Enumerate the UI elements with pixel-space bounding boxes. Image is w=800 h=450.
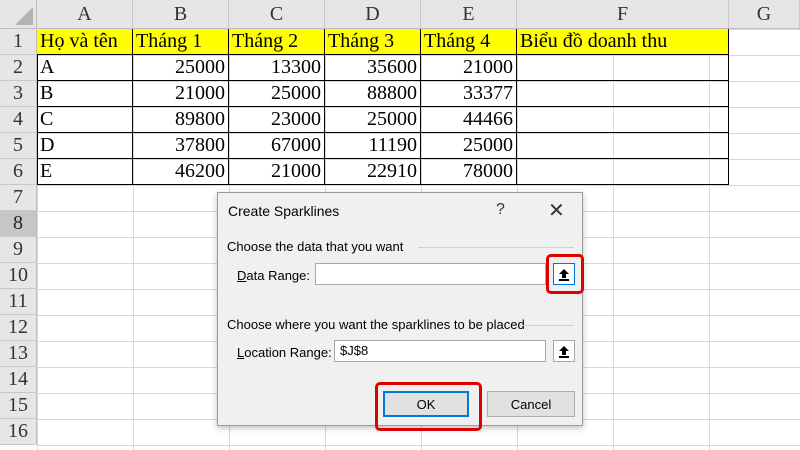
- table-cell[interactable]: 23000: [229, 107, 325, 133]
- column-header-g[interactable]: G: [729, 0, 800, 29]
- section-divider: [520, 325, 574, 326]
- row-header-9[interactable]: 9: [0, 237, 37, 263]
- row-header-4[interactable]: 4: [0, 107, 37, 133]
- cancel-button[interactable]: Cancel: [487, 391, 575, 417]
- table-cell[interactable]: 25000: [229, 81, 325, 107]
- section-data-heading: Choose the data that you want: [227, 239, 404, 254]
- row-header-2[interactable]: 2: [0, 55, 37, 81]
- table-cell[interactable]: 44466: [421, 107, 517, 133]
- table-cell[interactable]: 35600: [325, 55, 421, 81]
- table-cell[interactable]: 13300: [229, 55, 325, 81]
- row-header-12[interactable]: 12: [0, 315, 37, 341]
- data-range-label-text: ata Range:: [246, 268, 310, 283]
- table-cell[interactable]: 11190: [325, 133, 421, 159]
- table-cell[interactable]: 21000: [421, 55, 517, 81]
- table-cell[interactable]: [517, 159, 729, 185]
- table-cell[interactable]: 67000: [229, 133, 325, 159]
- row-header-1[interactable]: 1: [0, 29, 37, 55]
- column-header-e[interactable]: E: [421, 0, 517, 29]
- table-header-cell[interactable]: Tháng 2: [229, 29, 325, 55]
- table-cell[interactable]: 25000: [133, 55, 229, 81]
- table-cell[interactable]: 21000: [133, 81, 229, 107]
- table-cell[interactable]: 88800: [325, 81, 421, 107]
- select-all-corner[interactable]: [0, 0, 37, 29]
- table-cell[interactable]: E: [37, 159, 133, 185]
- table-cell[interactable]: [517, 133, 729, 159]
- close-icon[interactable]: ✕: [548, 198, 565, 223]
- table-cell[interactable]: 89800: [133, 107, 229, 133]
- column-header-b[interactable]: B: [133, 0, 229, 29]
- row-header-3[interactable]: 3: [0, 81, 37, 107]
- table-cell[interactable]: C: [37, 107, 133, 133]
- data-range-label: Data Range:: [237, 268, 310, 283]
- table-cell[interactable]: 37800: [133, 133, 229, 159]
- location-range-input[interactable]: $J$8: [334, 340, 546, 362]
- table-cell[interactable]: [517, 107, 729, 133]
- row-header-6[interactable]: 6: [0, 159, 37, 185]
- table-cell[interactable]: 25000: [325, 107, 421, 133]
- table-cell[interactable]: 78000: [421, 159, 517, 185]
- location-range-label: Location Range:: [237, 345, 332, 360]
- row-header-5[interactable]: 5: [0, 133, 37, 159]
- table-cell[interactable]: D: [37, 133, 133, 159]
- data-range-hotkey: D: [237, 268, 247, 283]
- row-header-10[interactable]: 10: [0, 263, 37, 289]
- row-header-8[interactable]: 8: [0, 211, 37, 237]
- column-header-c[interactable]: C: [229, 0, 325, 29]
- highlight-ok-button: [375, 382, 482, 431]
- collapse-arrow-icon: [559, 345, 569, 358]
- column-header-d[interactable]: D: [325, 0, 421, 29]
- table-cell[interactable]: [517, 55, 729, 81]
- column-header-a[interactable]: A: [37, 0, 133, 29]
- row-header-7[interactable]: 7: [0, 185, 37, 211]
- table-cell[interactable]: B: [37, 81, 133, 107]
- table-header-cell[interactable]: Họ và tên: [37, 29, 133, 55]
- table-header-cell[interactable]: Tháng 4: [421, 29, 517, 55]
- table-cell[interactable]: [517, 81, 729, 107]
- row-header-11[interactable]: 11: [0, 289, 37, 315]
- dialog-title: Create Sparklines: [228, 203, 340, 219]
- location-range-collapse-button[interactable]: [553, 340, 575, 362]
- table-header-cell[interactable]: Biểu đồ doanh thu: [517, 29, 729, 55]
- table-cell[interactable]: 33377: [421, 81, 517, 107]
- row-header-15[interactable]: 15: [0, 393, 37, 419]
- section-divider: [418, 247, 574, 248]
- section-location-heading: Choose where you want the sparklines to …: [227, 317, 525, 332]
- row-header-16[interactable]: 16: [0, 419, 37, 445]
- table-header-cell[interactable]: Tháng 3: [325, 29, 421, 55]
- table-cell[interactable]: 21000: [229, 159, 325, 185]
- table-cell[interactable]: A: [37, 55, 133, 81]
- data-range-input[interactable]: [315, 263, 546, 285]
- location-range-label-text: ocation Range:: [244, 345, 332, 360]
- table-cell[interactable]: 22910: [325, 159, 421, 185]
- table-cell[interactable]: 25000: [421, 133, 517, 159]
- row-header-14[interactable]: 14: [0, 367, 37, 393]
- table-header-cell[interactable]: Tháng 1: [133, 29, 229, 55]
- highlight-data-range-button: [546, 254, 584, 294]
- column-header-f[interactable]: F: [517, 0, 729, 29]
- row-header-13[interactable]: 13: [0, 341, 37, 367]
- help-icon[interactable]: ?: [496, 201, 505, 219]
- table-cell[interactable]: 46200: [133, 159, 229, 185]
